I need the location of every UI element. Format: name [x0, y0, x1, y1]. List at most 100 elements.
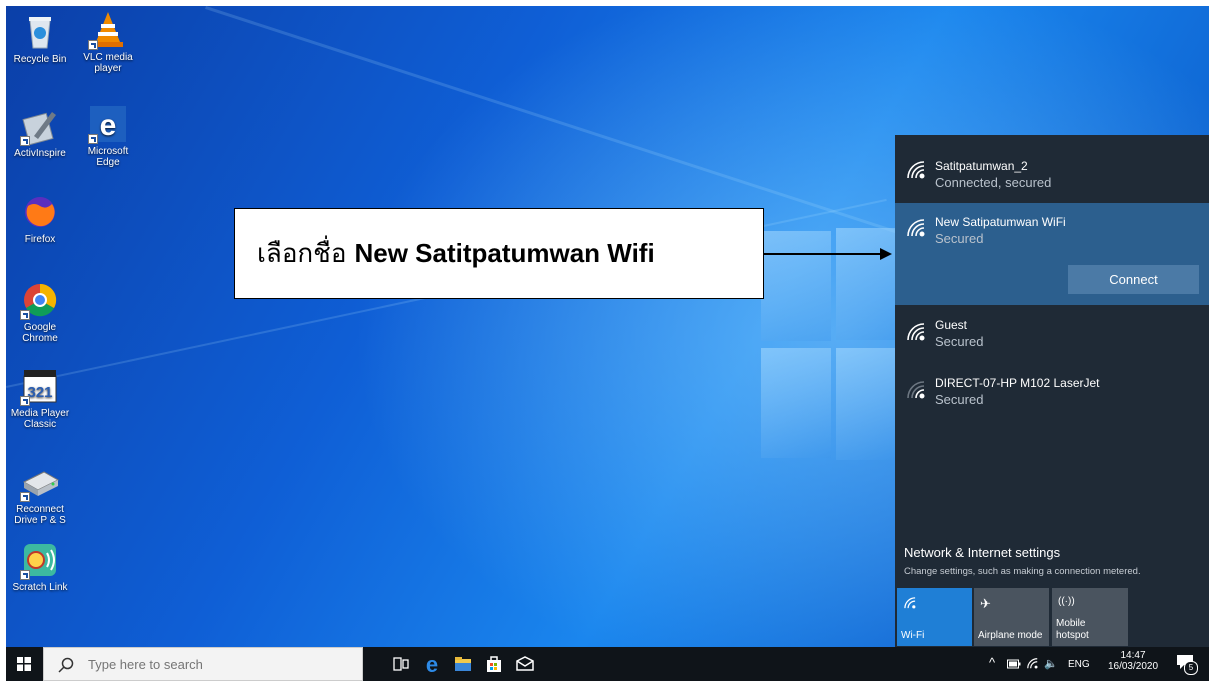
clock[interactable]: 14:47 16/03/2020: [1098, 650, 1168, 672]
network-settings-subtitle: Change settings, such as making a connec…: [904, 566, 1141, 577]
edge-icon: e: [426, 652, 438, 677]
network-status: Connected, secured: [935, 175, 1052, 190]
battery-icon[interactable]: [1007, 659, 1021, 669]
network-name: New Satipatumwan WiFi: [935, 215, 1066, 229]
mail-icon: [516, 656, 534, 671]
network-status: Secured: [935, 334, 984, 349]
shortcut-arrow-icon: [20, 570, 30, 580]
desktop-icon-label: Media Player Classic: [10, 408, 70, 430]
scratch-link-icon: [20, 540, 60, 580]
airplane-icon: ✈: [980, 596, 991, 611]
taskbar-edge[interactable]: e: [419, 651, 445, 677]
instruction-callout: เลือกชื่อ New Satitpatumwan Wifi: [234, 208, 764, 299]
wifi-signal-icon: [907, 323, 925, 341]
search-input[interactable]: [86, 656, 350, 673]
desktop-icon-reconnect-drive[interactable]: Reconnect Drive P & S: [8, 462, 72, 526]
connect-button[interactable]: Connect: [1068, 265, 1199, 294]
wallpaper-window-pane: [836, 228, 896, 340]
svg-text:e: e: [100, 109, 117, 142]
svg-text:321: 321: [27, 384, 52, 401]
desktop-icon-scratch-link[interactable]: Scratch Link: [8, 540, 72, 593]
store-icon: [487, 656, 501, 672]
hotspot-icon: ((·)): [1058, 596, 1075, 607]
media-player-classic-icon: 321: [20, 366, 60, 406]
network-item[interactable]: DIRECT-07-HP M102 LaserJet Secured: [895, 365, 1209, 419]
desktop-icon-label: Scratch Link: [12, 582, 68, 593]
show-hidden-icons-chevron-icon[interactable]: ^: [989, 655, 995, 670]
wallpaper-window-pane: [836, 348, 896, 460]
network-item[interactable]: Satitpatumwan_2 Connected, secured: [895, 145, 1209, 201]
network-name: Guest: [935, 318, 968, 332]
taskbar-file-explorer[interactable]: [450, 651, 476, 677]
clock-date: 16/03/2020: [1107, 661, 1159, 672]
desktop-icon-label: ActivInspire: [14, 148, 66, 159]
quick-action-label: Mobile hotspot: [1056, 618, 1089, 642]
chrome-icon: [20, 280, 60, 320]
vlc-icon: [88, 10, 128, 50]
firefox-icon: [20, 192, 60, 232]
shortcut-arrow-icon: [88, 134, 98, 144]
quick-action-label: Airplane mode: [978, 630, 1043, 641]
network-item-selected[interactable]: New Satipatumwan WiFi Secured Connect: [895, 203, 1209, 305]
wifi-signal-icon: [907, 161, 925, 179]
input-language[interactable]: ENG: [1068, 659, 1090, 670]
desktop-icon-label: Recycle Bin: [13, 54, 67, 65]
network-item[interactable]: Guest Secured: [895, 307, 1209, 361]
taskbar: e ^ 🔈 ENG 14:47 16/03/2020 5: [6, 647, 1209, 681]
desktop-icon-label: Google Chrome: [22, 322, 58, 344]
taskbar-store[interactable]: [481, 651, 507, 677]
shortcut-arrow-icon: [88, 40, 98, 50]
wallpaper-window-pane: [761, 231, 831, 341]
desktop-icon-chrome[interactable]: Google Chrome: [8, 280, 72, 344]
folder-icon: [455, 657, 471, 671]
search-icon: [58, 657, 74, 673]
task-view-icon: [393, 657, 409, 671]
shortcut-arrow-icon: [20, 492, 30, 502]
desktop-icon-activinspire[interactable]: ActivInspire: [8, 106, 72, 159]
shortcut-arrow-icon: [20, 310, 30, 320]
volume-icon[interactable]: 🔈: [1044, 657, 1058, 670]
start-button[interactable]: [6, 647, 42, 681]
taskbar-search-box[interactable]: [43, 647, 363, 681]
clock-time: 14:47: [1120, 650, 1146, 661]
desktop-icon-edge[interactable]: e Microsoft Edge: [76, 104, 140, 168]
callout-arrow-head-icon: [880, 248, 892, 260]
notification-count-badge: 5: [1184, 661, 1198, 675]
wifi-signal-weak-icon: [907, 381, 925, 399]
wifi-icon: [904, 597, 916, 609]
network-status: Secured: [935, 231, 984, 246]
desktop-icon-label: Firefox: [24, 234, 56, 245]
tray-wifi-icon[interactable]: [1026, 657, 1039, 670]
callout-prefix: เลือกชื่อ: [257, 238, 347, 268]
callout-pointer-line: [763, 253, 883, 255]
quick-action-wifi[interactable]: Wi-Fi: [897, 588, 972, 646]
desktop-icon-label: Microsoft Edge: [87, 146, 129, 168]
windows-logo-icon: [17, 657, 31, 671]
quick-action-label-line: Mobile: [1056, 618, 1086, 629]
desktop-icon-recycle-bin[interactable]: Recycle Bin: [8, 12, 72, 65]
network-name: Satitpatumwan_2: [935, 159, 1028, 173]
callout-network-name: New Satitpatumwan Wifi: [354, 238, 655, 268]
desktop-icon-label: VLC media player: [83, 52, 133, 74]
desktop-icon-media-player-classic[interactable]: 321 Media Player Classic: [8, 366, 72, 430]
network-flyout: Satitpatumwan_2 Connected, secured New S…: [895, 135, 1209, 647]
network-status: Secured: [935, 392, 984, 407]
wifi-signal-icon: [907, 219, 925, 237]
svg-text:e: e: [426, 652, 438, 677]
recycle-bin-icon: [20, 12, 60, 52]
edge-icon: e: [88, 104, 128, 144]
taskbar-mail[interactable]: [512, 651, 538, 677]
network-settings-link[interactable]: Network & Internet settings: [904, 545, 1060, 560]
action-center-button[interactable]: 5: [1176, 654, 1198, 675]
quick-action-airplane-mode[interactable]: ✈ Airplane mode: [974, 588, 1049, 646]
desktop-icon-firefox[interactable]: Firefox: [8, 192, 72, 245]
shortcut-arrow-icon: [20, 396, 30, 406]
network-name: DIRECT-07-HP M102 LaserJet: [935, 376, 1100, 390]
desktop-icon-vlc[interactable]: VLC media player: [76, 10, 140, 74]
wallpaper-window-pane: [761, 348, 831, 458]
activinspire-icon: [20, 106, 60, 146]
quick-action-label-line: hotspot: [1056, 630, 1089, 641]
task-view-button[interactable]: [388, 651, 414, 677]
quick-action-mobile-hotspot[interactable]: ((·)) Mobile hotspot: [1052, 588, 1128, 646]
drive-icon: [20, 462, 60, 502]
